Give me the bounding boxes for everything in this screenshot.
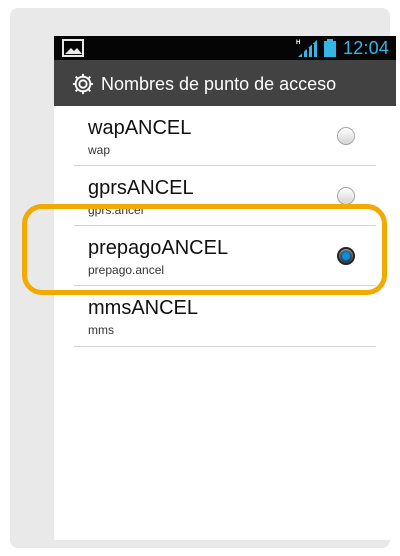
apn-list-item-gprsancel[interactable]: gprsANCEL gprs.ancel [54, 166, 396, 226]
image-icon [62, 39, 84, 57]
status-bar: H 12:04 [54, 36, 396, 60]
list-divider [74, 346, 376, 347]
apn-radio-button[interactable] [337, 127, 355, 145]
settings-gear-icon [72, 73, 94, 95]
device-screenshot-frame: H 12:04 Nombres de punto de acceso wapAN… [10, 8, 396, 548]
app-title-bar: Nombres de punto de acceso [54, 60, 396, 107]
page-title: Nombres de punto de acceso [101, 74, 337, 94]
signal-h-icon: H [296, 40, 317, 57]
apn-radio-button[interactable] [337, 187, 355, 205]
apn-name: wapANCEL [88, 117, 192, 139]
apn-value: mms [88, 323, 114, 337]
apn-value: gprs.ancel [88, 203, 144, 217]
apn-name: prepagoANCEL [88, 237, 229, 259]
selected-apn-radio-button[interactable] [337, 247, 355, 265]
apn-value: prepago.ancel [88, 263, 165, 277]
svg-text:H: H [296, 40, 300, 46]
apn-list-item-mmsancel[interactable]: mmsANCEL mms [54, 286, 396, 347]
battery-icon [324, 39, 336, 57]
apn-name: mmsANCEL [88, 297, 199, 319]
apn-name: gprsANCEL [88, 177, 194, 199]
apn-list: wapANCEL wap gprsANCEL gprs.ancel prepag… [54, 106, 396, 540]
android-settings-screen: H 12:04 Nombres de punto de acceso wapAN… [54, 36, 396, 540]
apn-list-item-prepagoancel[interactable]: prepagoANCEL prepago.ancel [54, 226, 396, 286]
apn-list-item-wapancel[interactable]: wapANCEL wap [54, 106, 396, 166]
apn-value: wap [88, 143, 111, 157]
status-time: 12:04 [343, 38, 390, 58]
